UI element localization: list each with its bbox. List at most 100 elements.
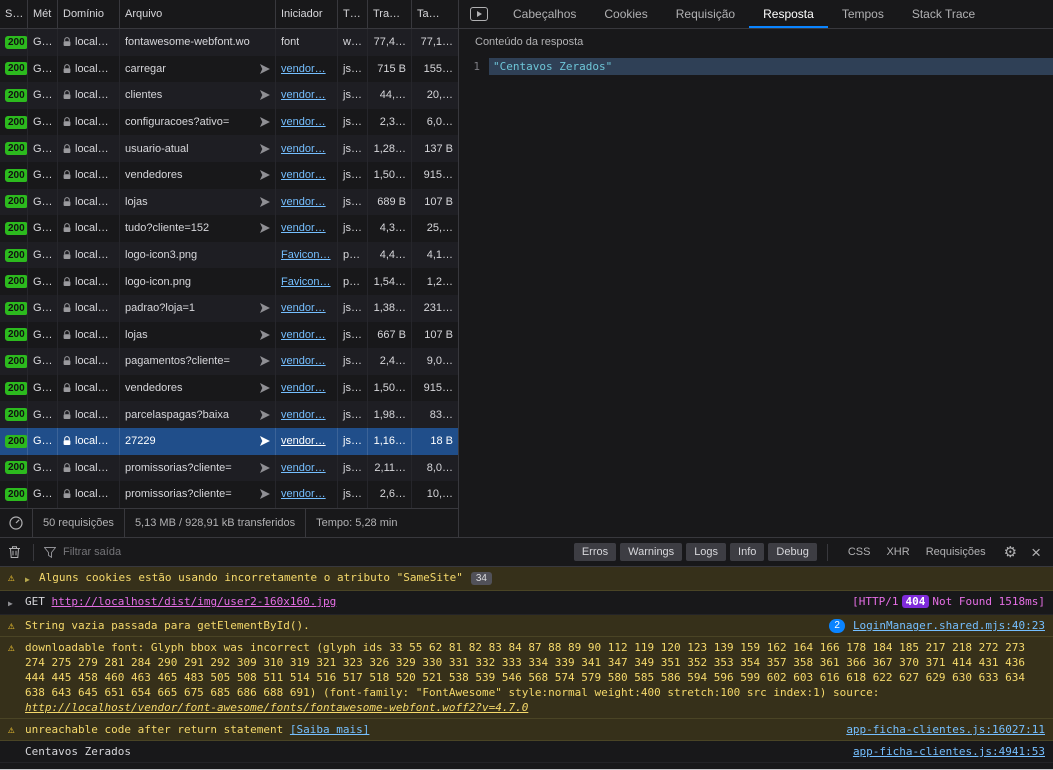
message-text: Centavos Zerados <box>25 744 839 759</box>
file-cell: padrao?loja=1 <box>120 295 276 322</box>
column-header[interactable]: Arquivo <box>120 0 276 28</box>
message-text: unreachable code after return statement … <box>25 722 832 737</box>
network-request-row[interactable]: 200G…local…promissorias?cliente=vendor…j… <box>0 455 458 482</box>
filter-button-warnings[interactable]: Warnings <box>620 543 682 561</box>
initiator-cell[interactable]: vendor… <box>276 215 338 242</box>
column-header[interactable]: Iniciador <box>276 0 338 28</box>
column-header[interactable]: Tra… <box>368 0 412 28</box>
initiator-cell[interactable]: vendor… <box>276 109 338 136</box>
console-settings-gear-icon[interactable]: ⚙ <box>1004 545 1017 560</box>
source-location-link[interactable]: app-ficha-clientes.js:4941:53 <box>853 744 1045 759</box>
column-header[interactable]: Mét <box>28 0 58 28</box>
network-request-row[interactable]: 200G…local…vendedoresvendor…js…1,50…915… <box>0 162 458 189</box>
learn-more-link[interactable]: [Saiba mais] <box>290 723 369 736</box>
font-source-link[interactable]: http://localhost/vendor/font-awesome/fon… <box>25 701 528 714</box>
network-request-row[interactable]: 200G…local…logo-icon3.pngFavicon…p…4,4…4… <box>0 242 458 269</box>
network-request-row[interactable]: 200G…local…lojasvendor…js…689 B107 B <box>0 189 458 216</box>
tab-cookies[interactable]: Cookies <box>590 0 661 28</box>
response-code-line[interactable]: 1 "Centavos Zerados" <box>459 58 1053 75</box>
network-request-row[interactable]: 200G…local…lojasvendor…js…667 B107 B <box>0 322 458 349</box>
request-url-link[interactable]: http://localhost/dist/img/user2-160x160.… <box>52 595 337 608</box>
status-badge: 200 <box>5 435 28 448</box>
file-cell: 27229 <box>120 428 276 455</box>
initiator-cell[interactable]: Favicon… <box>276 268 338 295</box>
type-cell: js… <box>338 375 368 402</box>
tab-stack-trace[interactable]: Stack Trace <box>898 0 989 28</box>
domain-cell: local… <box>58 56 120 83</box>
request-sent-arrow-icon <box>256 330 270 340</box>
clear-console-icon[interactable] <box>0 545 29 559</box>
file-cell: promissorias?cliente= <box>120 481 276 508</box>
network-request-row[interactable]: 200G…local…fontawesome-webfont.wofontw…7… <box>0 29 458 56</box>
file-cell: promissorias?cliente= <box>120 455 276 482</box>
initiator-cell[interactable]: vendor… <box>276 295 338 322</box>
console-toolbar: Filtrar saída ErrosWarningsLogsInfoDebug… <box>0 538 1053 567</box>
network-request-row[interactable]: 200G…local…usuario-atualvendor…js…1,28…1… <box>0 135 458 162</box>
column-header[interactable]: S… <box>0 0 28 28</box>
tab-resposta[interactable]: Resposta <box>749 0 828 28</box>
expand-arrow-icon[interactable]: ▶ <box>8 594 25 611</box>
initiator-cell[interactable]: vendor… <box>276 348 338 375</box>
initiator-cell[interactable]: vendor… <box>276 135 338 162</box>
network-request-row[interactable]: 200G…local…tudo?cliente=152vendor…js…4,3… <box>0 215 458 242</box>
initiator-cell[interactable]: vendor… <box>276 481 338 508</box>
request-sent-arrow-icon <box>256 64 270 74</box>
initiator-cell[interactable]: vendor… <box>276 455 338 482</box>
network-request-row[interactable]: 200G…local…pagamentos?cliente=vendor…js…… <box>0 348 458 375</box>
filter-button-logs[interactable]: Logs <box>686 543 726 561</box>
filter-category-css[interactable]: CSS <box>848 546 871 558</box>
network-request-row[interactable]: 200G…local…27229vendor…js…1,16…18 B <box>0 428 458 455</box>
method-cell: G… <box>28 135 58 162</box>
network-request-row[interactable]: 200G…local…configuracoes?ativo=vendor…js… <box>0 109 458 136</box>
filter-category-xhr[interactable]: XHR <box>886 546 909 558</box>
request-sent-arrow-icon <box>256 197 270 207</box>
tab-requisição[interactable]: Requisição <box>662 0 749 28</box>
console-filter-input[interactable]: Filtrar saída <box>38 546 570 558</box>
warning-icon: ⚠ <box>8 722 25 737</box>
type-cell: js… <box>338 428 368 455</box>
resend-request-icon[interactable] <box>459 0 499 28</box>
initiator-cell[interactable]: vendor… <box>276 162 338 189</box>
initiator-cell[interactable]: vendor… <box>276 56 338 83</box>
filter-button-debug[interactable]: Debug <box>768 543 816 561</box>
column-header[interactable]: T… <box>338 0 368 28</box>
close-split-console-icon[interactable]: × <box>1031 545 1041 560</box>
tab-tempos[interactable]: Tempos <box>828 0 898 28</box>
source-location-link[interactable]: LoginManager.shared.mjs:40:23 <box>853 618 1045 633</box>
transferred-cell: 1,38… <box>368 295 412 322</box>
status-cell: 200 <box>0 348 28 375</box>
initiator-cell[interactable]: vendor… <box>276 428 338 455</box>
status-badge: 200 <box>5 36 28 49</box>
filter-button-erros[interactable]: Erros <box>574 543 616 561</box>
network-request-row[interactable]: 200G…local…carregarvendor…js…715 B155… <box>0 56 458 83</box>
initiator-cell[interactable]: vendor… <box>276 82 338 109</box>
column-header[interactable]: Domínio <box>58 0 120 28</box>
network-request-row[interactable]: 200G…local…vendedoresvendor…js…1,50…915… <box>0 375 458 402</box>
network-request-row[interactable]: 200G…local…padrao?loja=1vendor…js…1,38…2… <box>0 295 458 322</box>
file-cell: vendedores <box>120 162 276 189</box>
column-header[interactable]: Ta… <box>412 0 458 28</box>
request-sent-arrow-icon <box>256 489 270 499</box>
filter-category-requisições[interactable]: Requisições <box>926 546 986 558</box>
initiator-cell[interactable]: vendor… <box>276 375 338 402</box>
file-cell: vendedores <box>120 375 276 402</box>
initiator-cell[interactable]: vendor… <box>276 189 338 216</box>
network-request-row[interactable]: 200G…local…clientesvendor…js…44,…20,… <box>0 82 458 109</box>
status-cell: 200 <box>0 268 28 295</box>
source-location-link[interactable]: app-ficha-clientes.js:16027:11 <box>846 722 1045 737</box>
method-cell: G… <box>28 189 58 216</box>
network-request-row[interactable]: 200G…local…promissorias?cliente=vendor…j… <box>0 481 458 508</box>
initiator-cell[interactable]: vendor… <box>276 401 338 428</box>
network-request-row[interactable]: 200G…local…parcelaspagas?baixavendor…js…… <box>0 401 458 428</box>
expand-arrow-icon[interactable]: ▶ <box>25 570 39 587</box>
console-message[interactable]: ⚠▶Alguns cookies estão usando incorretam… <box>0 567 1053 591</box>
console-message[interactable]: ▶GET http://localhost/dist/img/user2-160… <box>0 591 1053 615</box>
tab-cabeçalhos[interactable]: Cabeçalhos <box>499 0 590 28</box>
filter-button-info[interactable]: Info <box>730 543 764 561</box>
initiator-cell[interactable]: vendor… <box>276 322 338 349</box>
type-cell: js… <box>338 455 368 482</box>
performance-analysis-icon[interactable] <box>0 509 33 537</box>
request-details-panel: CabeçalhosCookiesRequisiçãoRespostaTempo… <box>459 0 1053 537</box>
network-request-row[interactable]: 200G…local…logo-icon.pngFavicon…p…1,54…1… <box>0 268 458 295</box>
initiator-cell[interactable]: Favicon… <box>276 242 338 269</box>
